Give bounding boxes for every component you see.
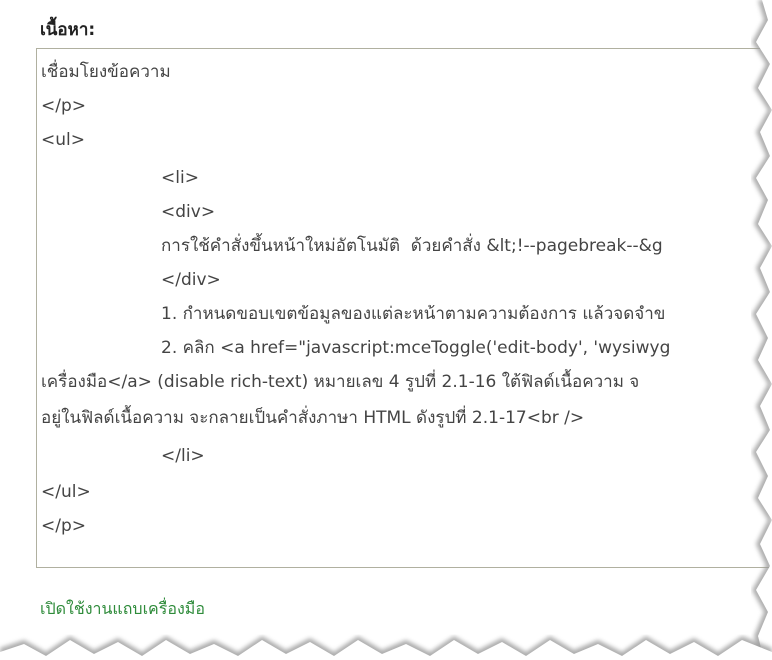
screenshot-frame: เนื้อหา: เชื่อมโยงข้อความ </p> <ul> <li>…	[0, 0, 772, 660]
torn-edge-decoration	[0, 0, 772, 660]
